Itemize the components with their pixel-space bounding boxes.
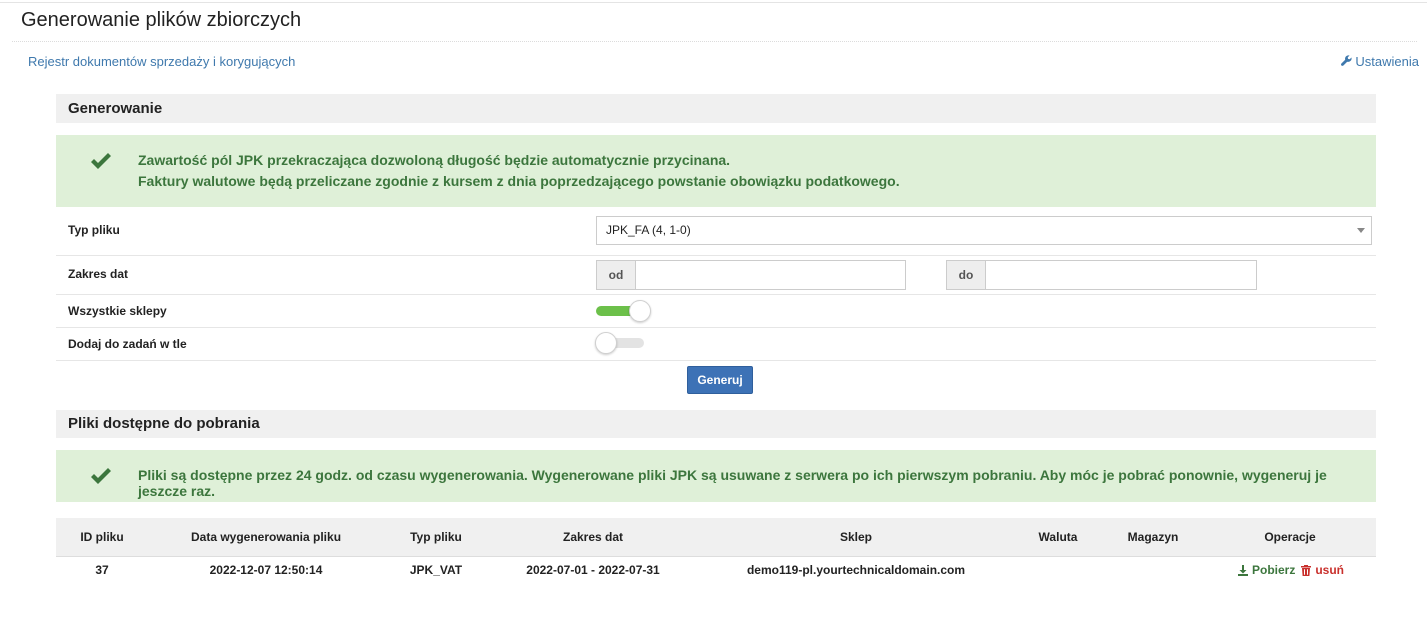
col-shop: Sklep [839, 530, 873, 544]
download-icon [1238, 564, 1248, 576]
wrench-icon [1341, 54, 1352, 69]
top-border [0, 2, 1427, 3]
cell-operations: Pobierz usuń [1238, 563, 1344, 577]
all-shops-label: Wszystkie sklepy [68, 304, 167, 318]
alert-line-2: Faktury walutowe będą przeliczane zgodni… [138, 173, 900, 189]
col-operations: Operacje [1264, 530, 1316, 544]
col-generated-at: Data wygenerowania pliku [190, 530, 342, 544]
date-from-addon: od [596, 260, 636, 290]
date-from-input[interactable] [636, 260, 906, 290]
all-shops-toggle[interactable] [596, 300, 651, 322]
settings-link[interactable]: Ustawienia [1341, 54, 1419, 69]
col-file-id: ID pliku [80, 530, 124, 544]
background-task-toggle[interactable] [595, 332, 646, 354]
col-file-type: Typ pliku [410, 530, 462, 544]
file-type-row: Typ pliku JPK_FA (4, 1-0) [56, 207, 1376, 256]
generate-button[interactable]: Generuj [687, 366, 753, 394]
file-type-label: Typ pliku [68, 223, 120, 237]
title-divider [12, 41, 1417, 42]
alert-line-1: Zawartość pól JPK przekraczająca dozwolo… [138, 152, 731, 168]
background-task-label: Dodaj do zadań w tle [68, 337, 187, 351]
generate-info-alert: Zawartość pól JPK przekraczająca dozwolo… [56, 135, 1376, 207]
toggle-knob [595, 332, 617, 354]
date-to-input[interactable] [986, 260, 1257, 290]
page-title: Generowanie plików zbiorczych [21, 9, 302, 31]
cell-file-id: 37 [95, 563, 109, 577]
cell-file-type: JPK_VAT [409, 563, 463, 577]
date-to-addon: do [946, 260, 986, 290]
download-label: Pobierz [1252, 563, 1296, 577]
cell-generated-at: 2022-12-07 12:50:14 [209, 563, 323, 577]
table-row: 37 2022-12-07 12:50:14 JPK_VAT 2022-07-0… [56, 557, 1376, 583]
files-alert-text: Pliki są dostępne przez 24 godz. od czas… [138, 467, 1327, 499]
background-task-row: Dodaj do zadań w tle [56, 328, 1376, 361]
settings-link-label: Ustawienia [1355, 54, 1419, 69]
cell-date-range: 2022-07-01 - 2022-07-31 [526, 563, 660, 577]
date-range-row: Zakres dat od do [56, 256, 1376, 295]
check-icon [91, 153, 111, 169]
file-type-value: JPK_FA (4, 1-0) [606, 223, 691, 237]
trash-icon [1301, 564, 1312, 576]
file-type-select[interactable]: JPK_FA (4, 1-0) [596, 216, 1372, 245]
files-table-header: ID pliku Data wygenerowania pliku Typ pl… [56, 518, 1376, 557]
col-date-range: Zakres dat [562, 530, 624, 544]
date-range-label: Zakres dat [68, 267, 129, 281]
register-link[interactable]: Rejestr dokumentów sprzedaży i korygując… [28, 54, 295, 69]
check-icon [91, 468, 111, 484]
all-shops-row: Wszystkie sklepy [56, 295, 1376, 328]
files-section-header: Pliki dostępne do pobrania [56, 410, 1376, 438]
col-warehouse: Magazyn [1127, 530, 1179, 544]
col-currency: Waluta [1038, 530, 1078, 544]
delete-label: usuń [1315, 563, 1345, 577]
cell-shop: demo119-pl.yourtechnicaldomain.com [746, 563, 966, 577]
generate-section-header: Generowanie [56, 94, 1376, 123]
toggle-knob [629, 300, 651, 322]
delete-link[interactable]: usuń [1301, 563, 1344, 577]
files-info-alert: Pliki są dostępne przez 24 godz. od czas… [56, 450, 1376, 502]
caret-down-icon [1357, 228, 1365, 233]
download-link[interactable]: Pobierz [1238, 563, 1295, 577]
